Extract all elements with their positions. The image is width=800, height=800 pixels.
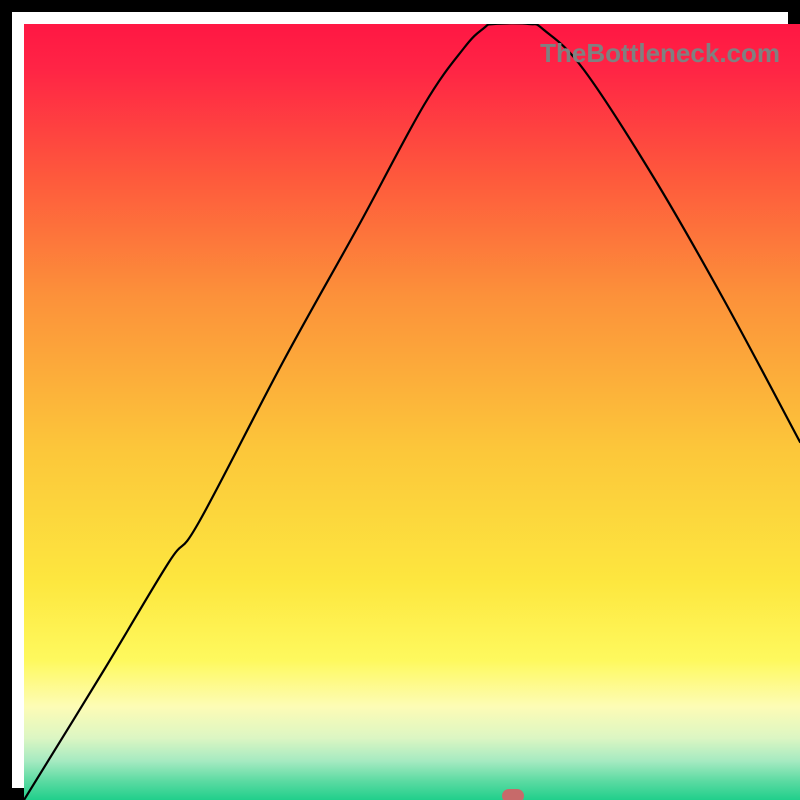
gradient-background — [24, 24, 800, 800]
chart-svg — [24, 24, 800, 800]
plot-area: TheBottleneck.com — [24, 24, 800, 800]
chart-frame: TheBottleneck.com — [0, 0, 800, 800]
watermark-text: TheBottleneck.com — [540, 38, 780, 69]
optimal-point-marker — [502, 789, 524, 800]
